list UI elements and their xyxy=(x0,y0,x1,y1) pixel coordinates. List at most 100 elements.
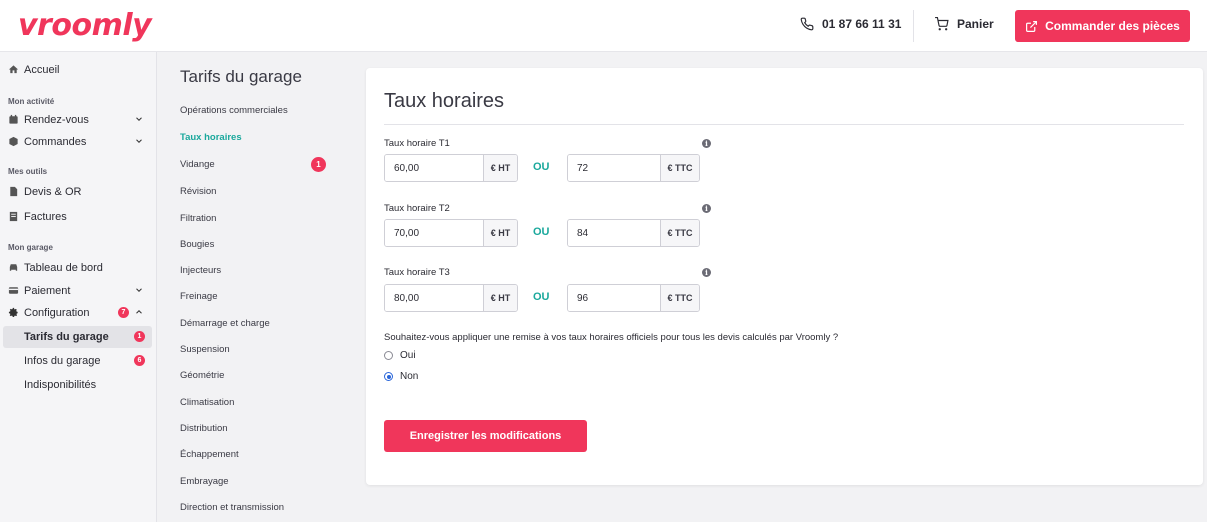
subnav-item[interactable]: Vidange xyxy=(180,159,215,170)
sidebar-item-label: Commandes xyxy=(24,136,87,148)
chevron-up-icon xyxy=(136,310,142,314)
rate-t2-ttc-input[interactable] xyxy=(568,220,660,246)
radio-yes-label: Oui xyxy=(400,350,416,361)
sidebar-item-configuration[interactable]: Configuration 7 xyxy=(0,302,156,324)
sidebar-item-label: Paiement xyxy=(24,285,71,297)
credit-card-icon xyxy=(8,287,19,294)
box-icon xyxy=(9,136,18,147)
or-label: OU xyxy=(533,226,550,238)
title-divider xyxy=(384,124,1184,125)
chevron-down-icon xyxy=(136,117,142,121)
hourly-rates-card: Taux horaires Taux horaire T1 i € HT OU … xyxy=(366,68,1203,485)
or-label: OU xyxy=(533,291,550,303)
subnav-item[interactable]: Embrayage xyxy=(180,476,229,487)
cart-label: Panier xyxy=(957,17,994,31)
rate-t3-ttc-group: € TTC xyxy=(567,284,700,312)
order-parts-button[interactable]: Commander des pièces xyxy=(1015,10,1190,42)
subnav-item[interactable]: Direction et transmission xyxy=(180,502,284,513)
sidebar-item-label: Factures xyxy=(24,211,67,223)
rate-t1-ttc-input[interactable] xyxy=(568,155,660,181)
sidebar-item-label: Devis & OR xyxy=(24,186,82,198)
rate-t3-ht-group: € HT xyxy=(384,284,518,312)
sidebar-item-label: Tarifs du garage xyxy=(24,331,109,343)
subnav-item[interactable]: Freinage xyxy=(180,291,218,302)
sidebar-item-payment[interactable]: Paiement xyxy=(0,280,156,302)
rate-t2-ht-group: € HT xyxy=(384,219,518,247)
subnav-item[interactable]: Géométrie xyxy=(180,370,224,381)
sidebar-item-home[interactable]: Accueil xyxy=(0,59,156,81)
card-title: Taux horaires xyxy=(384,90,505,112)
sidebar-item-label: Tableau de bord xyxy=(24,262,103,274)
radio-option-no[interactable]: Non xyxy=(384,371,418,382)
rate-t2-ht-input[interactable] xyxy=(385,220,483,246)
discount-question: Souhaitez-vous appliquer une remise à vo… xyxy=(384,332,839,343)
gear-icon xyxy=(8,307,18,317)
calendar-icon xyxy=(9,114,18,124)
chevron-down-icon xyxy=(136,288,142,292)
save-changes-button[interactable]: Enregistrer les modifications xyxy=(384,420,587,452)
sidebar-section-garage: Mon garage xyxy=(8,243,53,252)
sidebar-item-appointments[interactable]: Rendez-vous xyxy=(0,109,156,131)
sidebar-item-label: Configuration xyxy=(24,307,90,319)
ht-unit-label: € HT xyxy=(483,155,517,181)
rate-label-t3: Taux horaire T3 xyxy=(384,267,450,278)
sidebar-item-orders[interactable]: Commandes xyxy=(0,131,156,153)
car-icon xyxy=(9,264,18,271)
vidange-badge: 1 xyxy=(311,157,326,172)
document-icon xyxy=(10,186,18,197)
rate-label-t1: Taux horaire T1 xyxy=(384,138,450,149)
sidebar-item-quotes[interactable]: Devis & OR xyxy=(0,181,156,203)
phone-icon xyxy=(800,17,814,31)
sidebar-item-invoices[interactable]: Factures xyxy=(0,206,156,228)
invoice-icon xyxy=(9,211,18,222)
rate-t3-ttc-input[interactable] xyxy=(568,285,660,311)
radio-yes-circle[interactable] xyxy=(384,351,393,360)
sidebar-item-garage-info[interactable]: Infos du garage 6 xyxy=(0,350,156,372)
rate-t2-ttc-group: € TTC xyxy=(567,219,700,247)
ttc-unit-label: € TTC xyxy=(660,220,699,246)
ht-unit-label: € HT xyxy=(483,220,517,246)
cart-icon xyxy=(935,17,949,31)
header-divider xyxy=(913,10,914,42)
rate-t3-ht-input[interactable] xyxy=(385,285,483,311)
subnav-title: Tarifs du garage xyxy=(180,67,302,86)
rate-t1-ht-input[interactable] xyxy=(385,155,483,181)
cart-link[interactable]: Panier xyxy=(934,17,994,31)
external-link-icon xyxy=(1026,20,1038,32)
subnav-item[interactable]: Filtration xyxy=(180,213,216,224)
subnav-item[interactable]: Suspension xyxy=(180,344,230,355)
configuration-badge: 7 xyxy=(118,307,129,318)
info-icon[interactable]: i xyxy=(702,204,711,213)
subnav-item[interactable]: Taux horaires xyxy=(180,132,242,143)
info-icon[interactable]: i xyxy=(702,268,711,277)
sidebar-item-dashboard[interactable]: Tableau de bord xyxy=(0,257,156,279)
radio-option-yes[interactable]: Oui xyxy=(384,350,416,361)
radio-no-circle[interactable] xyxy=(384,372,393,381)
phone-contact[interactable]: 01 87 66 11 31 xyxy=(800,17,901,31)
sidebar-section-tools: Mes outils xyxy=(8,167,48,176)
subnav-item[interactable]: Injecteurs xyxy=(180,265,221,276)
chevron-down-icon xyxy=(136,139,142,143)
garage-info-badge: 6 xyxy=(134,355,145,366)
sidebar-section-activity: Mon activité xyxy=(8,97,55,106)
info-icon[interactable]: i xyxy=(702,139,711,148)
sidebar-item-garage-rates[interactable]: Tarifs du garage 1 xyxy=(3,326,152,348)
home-icon xyxy=(8,65,19,74)
subnav-item[interactable]: Bougies xyxy=(180,239,214,250)
garage-rates-badge: 1 xyxy=(134,331,145,342)
or-label: OU xyxy=(533,161,550,173)
vroomly-logo[interactable]: vroomly xyxy=(18,8,152,43)
sidebar-item-label: Accueil xyxy=(24,64,60,76)
top-header: vroomly 01 87 66 11 31 Panier Commander … xyxy=(0,0,1207,52)
subnav-item[interactable]: Démarrage et charge xyxy=(180,318,270,329)
subnav-item[interactable]: Échappement xyxy=(180,449,239,460)
sidebar-item-label: Rendez-vous xyxy=(24,114,89,126)
sidebar-item-unavailability[interactable]: Indisponibilités xyxy=(0,374,156,396)
rate-t1-ht-group: € HT xyxy=(384,154,518,182)
radio-no-label: Non xyxy=(400,371,419,382)
sidebar-item-label: Infos du garage xyxy=(24,355,101,367)
subnav-item[interactable]: Opérations commerciales xyxy=(180,105,288,116)
subnav-item[interactable]: Distribution xyxy=(180,423,228,434)
subnav-item[interactable]: Révision xyxy=(180,186,216,197)
subnav-item[interactable]: Climatisation xyxy=(180,397,234,408)
